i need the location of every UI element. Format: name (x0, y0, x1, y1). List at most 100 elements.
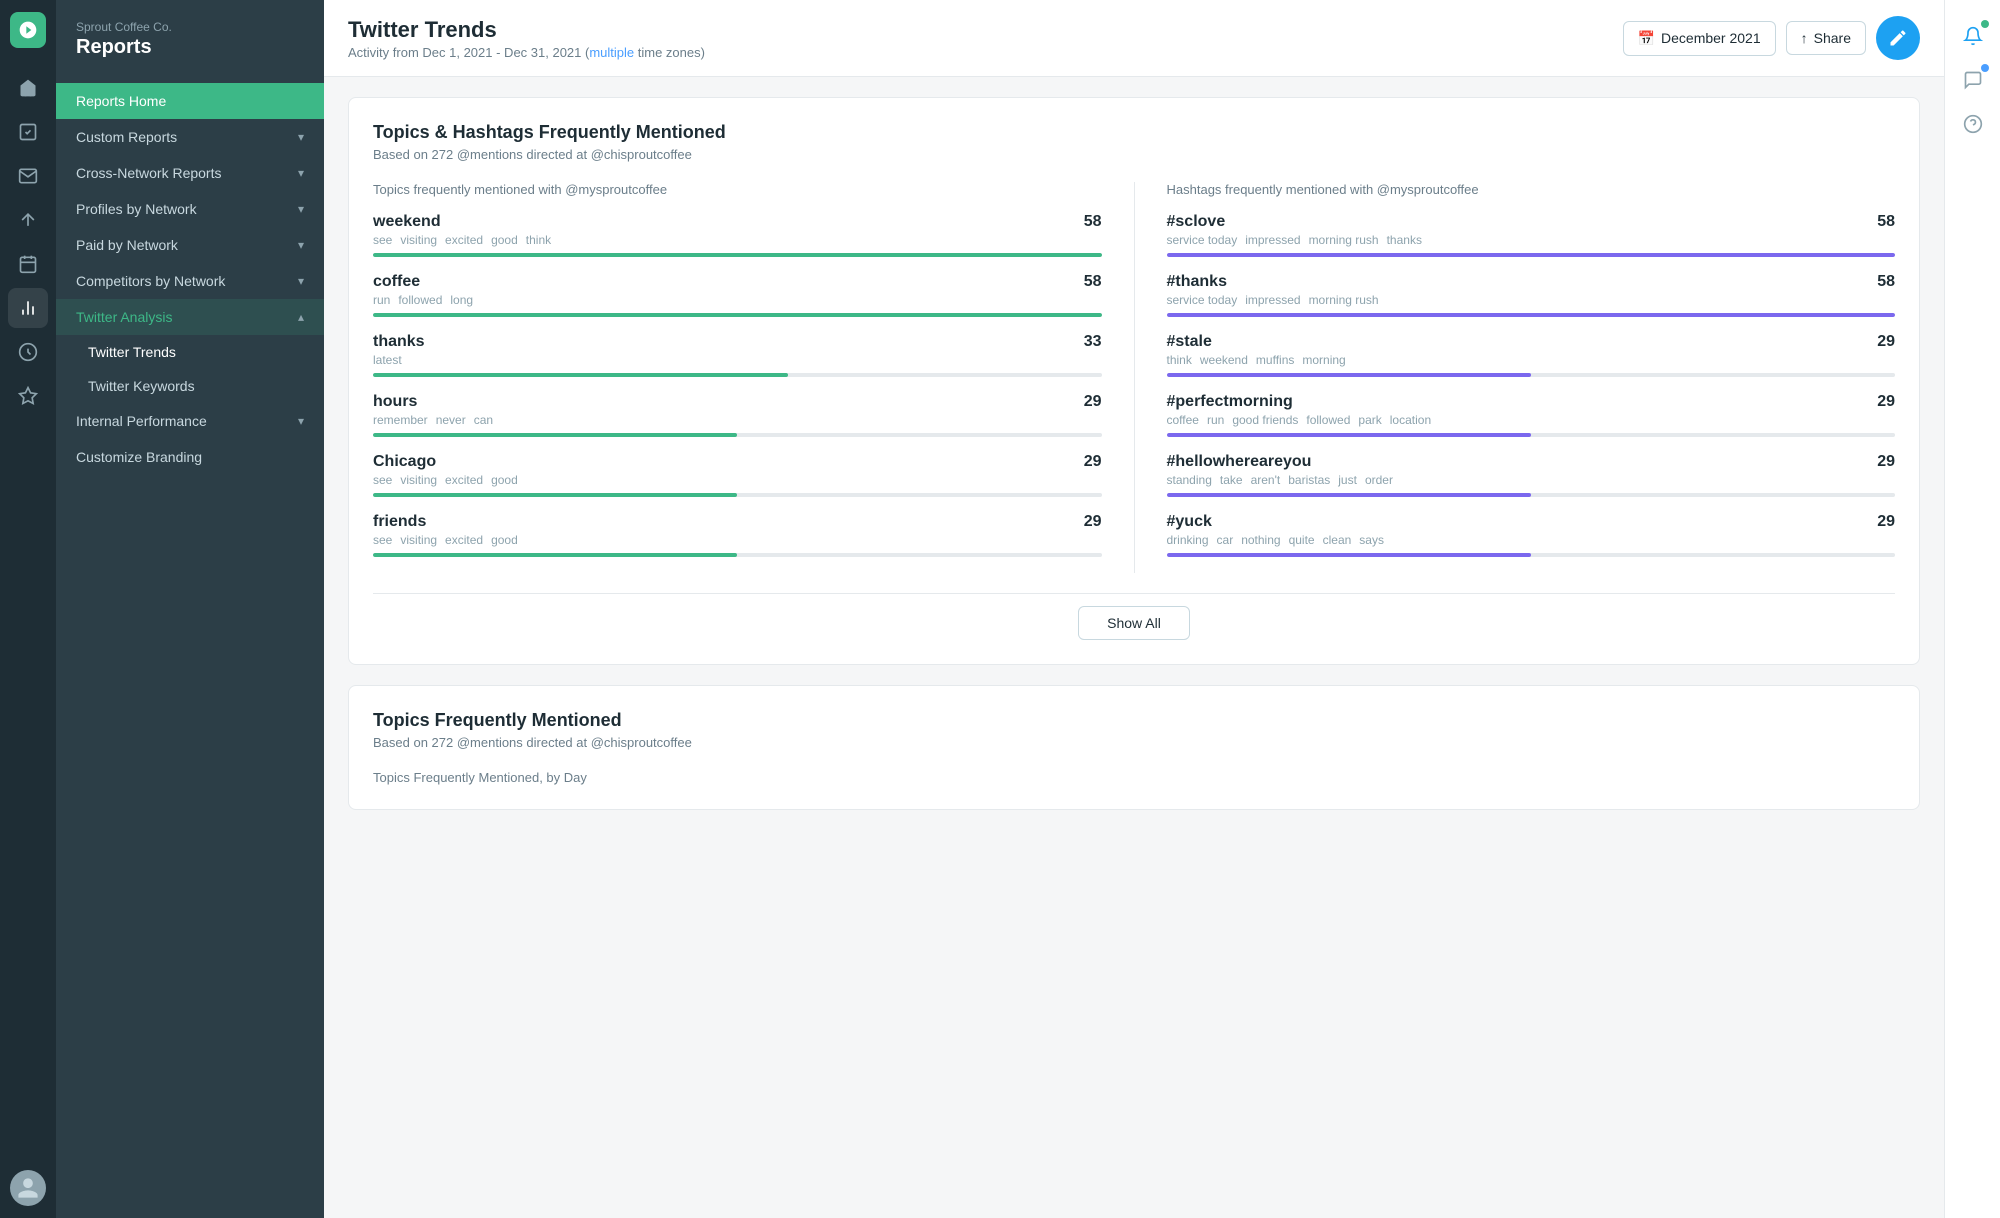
progress-bar (1167, 433, 1896, 437)
sidebar-item-competitors-by-network[interactable]: Competitors by Network ▾ (56, 263, 324, 299)
topic-tags: seevisitingexcitedgood (373, 533, 1102, 547)
sidebar-item-customize-branding[interactable]: Customize Branding (56, 439, 324, 475)
progress-fill (1167, 433, 1531, 437)
nav-inbox-icon[interactable] (8, 156, 48, 196)
nav-publish-icon[interactable] (8, 200, 48, 240)
sidebar-sub-item-label: Twitter Trends (88, 344, 176, 360)
topic-name: Chicago (373, 453, 436, 471)
calendar-icon: 📅 (1638, 30, 1655, 47)
nav-calendar-icon[interactable] (8, 244, 48, 284)
progress-bar (373, 313, 1102, 317)
hashtags-list: #sclove 58 service todayimpressedmorning… (1167, 213, 1896, 557)
topic-tags: thinkweekendmuffinsmorning (1167, 353, 1896, 367)
right-icon-rail (1944, 0, 2000, 1218)
topic-name: #thanks (1167, 273, 1227, 291)
sidebar-item-label: Profiles by Network (76, 201, 197, 217)
two-col-grid: Topics frequently mentioned with @myspro… (373, 182, 1895, 573)
topic-row: coffee 58 runfollowedlong (373, 273, 1102, 317)
sidebar-item-label: Competitors by Network (76, 273, 225, 289)
topic-tags: remembernevercan (373, 413, 1102, 427)
progress-fill (373, 493, 737, 497)
topic-count: 29 (1084, 453, 1102, 471)
topic-row: #yuck 29 drinkingcarnothingquitecleansay… (1167, 513, 1896, 557)
sidebar-item-label: Paid by Network (76, 237, 178, 253)
app-logo[interactable] (10, 12, 46, 48)
sidebar-item-label: Reports Home (76, 93, 166, 109)
topic-count: 29 (1084, 513, 1102, 531)
progress-bar (1167, 373, 1896, 377)
sidebar-item-reports-home[interactable]: Reports Home (56, 83, 324, 119)
topics-list: weekend 58 seevisitingexcitedgoodthink c… (373, 213, 1102, 557)
sidebar-item-label: Internal Performance (76, 413, 207, 429)
topics-hashtags-card: Topics & Hashtags Frequently Mentioned B… (348, 97, 1920, 665)
topic-name: hours (373, 393, 417, 411)
topic-tags: seevisitingexcitedgoodthink (373, 233, 1102, 247)
user-avatar[interactable] (10, 1170, 46, 1206)
date-label: December 2021 (1661, 30, 1761, 46)
sidebar-item-twitter-analysis[interactable]: Twitter Analysis ▴ (56, 299, 324, 335)
help-icon[interactable] (1953, 104, 1993, 144)
chevron-down-icon: ▾ (298, 414, 304, 428)
share-label: Share (1814, 30, 1851, 46)
topic-name: #sclove (1167, 213, 1226, 231)
nav-star-icon[interactable] (8, 376, 48, 416)
topic-tags: runfollowedlong (373, 293, 1102, 307)
progress-bar (373, 253, 1102, 257)
message-badge (1981, 64, 1989, 72)
topics-col-header: Topics frequently mentioned with @myspro… (373, 182, 1102, 197)
topic-tags: seevisitingexcitedgood (373, 473, 1102, 487)
column-divider (1134, 182, 1135, 573)
date-picker-button[interactable]: 📅 December 2021 (1623, 21, 1776, 56)
sidebar-sub-item-twitter-trends[interactable]: Twitter Trends (56, 335, 324, 369)
sidebar-item-cross-network[interactable]: Cross-Network Reports ▾ (56, 155, 324, 191)
nav-tasks-icon[interactable] (8, 112, 48, 152)
sidebar-item-paid-by-network[interactable]: Paid by Network ▾ (56, 227, 324, 263)
notifications-icon[interactable] (1953, 16, 1993, 56)
timezone-link[interactable]: multiple (589, 45, 634, 60)
left-nav-rail (0, 0, 56, 1218)
progress-fill (1167, 253, 1896, 257)
chevron-down-icon: ▾ (298, 274, 304, 288)
progress-bar (1167, 553, 1896, 557)
sidebar-item-profiles-by-network[interactable]: Profiles by Network ▾ (56, 191, 324, 227)
page-title: Twitter Trends (348, 17, 705, 43)
topic-name: coffee (373, 273, 420, 291)
progress-fill (1167, 313, 1896, 317)
progress-bar (373, 493, 1102, 497)
topic-name: weekend (373, 213, 441, 231)
sidebar-item-label: Cross-Network Reports (76, 165, 221, 181)
chevron-down-icon: ▾ (298, 202, 304, 216)
sidebar-item-label: Custom Reports (76, 129, 177, 145)
progress-fill (373, 373, 788, 377)
topic-tags: latest (373, 353, 1102, 367)
topic-name: #perfectmorning (1167, 393, 1293, 411)
topic-name: friends (373, 513, 426, 531)
compose-button[interactable] (1876, 16, 1920, 60)
card-subtitle: Based on 272 @mentions directed at @chis… (373, 147, 1895, 162)
sidebar-item-custom-reports[interactable]: Custom Reports ▾ (56, 119, 324, 155)
nav-reports-icon[interactable] (8, 288, 48, 328)
nav-listening-icon[interactable] (8, 332, 48, 372)
sidebar-item-internal-performance[interactable]: Internal Performance ▾ (56, 403, 324, 439)
card2-subtitle: Based on 272 @mentions directed at @chis… (373, 735, 1895, 750)
show-all-section: Show All (373, 593, 1895, 640)
topic-tags: service todayimpressedmorning rushthanks (1167, 233, 1896, 247)
sidebar-sub-item-label: Twitter Keywords (88, 378, 195, 394)
topic-count: 58 (1877, 213, 1895, 231)
section-title: Reports (76, 36, 304, 59)
chevron-down-icon: ▾ (298, 166, 304, 180)
show-all-button[interactable]: Show All (1078, 606, 1190, 640)
hashtags-column: Hashtags frequently mentioned with @mysp… (1167, 182, 1896, 573)
card2-title: Topics Frequently Mentioned (373, 710, 1895, 731)
share-button[interactable]: ↑ Share (1786, 21, 1866, 55)
nav-home-icon[interactable] (8, 68, 48, 108)
messages-icon[interactable] (1953, 60, 1993, 100)
topics-column: Topics frequently mentioned with @myspro… (373, 182, 1102, 573)
sidebar-sub-item-twitter-keywords[interactable]: Twitter Keywords (56, 369, 324, 403)
sidebar: Sprout Coffee Co. Reports Reports Home C… (56, 0, 324, 1218)
topic-name: #yuck (1167, 513, 1212, 531)
topic-count: 58 (1877, 273, 1895, 291)
subtitle-suffix: time zones) (634, 45, 705, 60)
chevron-up-icon: ▴ (298, 310, 304, 324)
topic-count: 29 (1877, 513, 1895, 531)
